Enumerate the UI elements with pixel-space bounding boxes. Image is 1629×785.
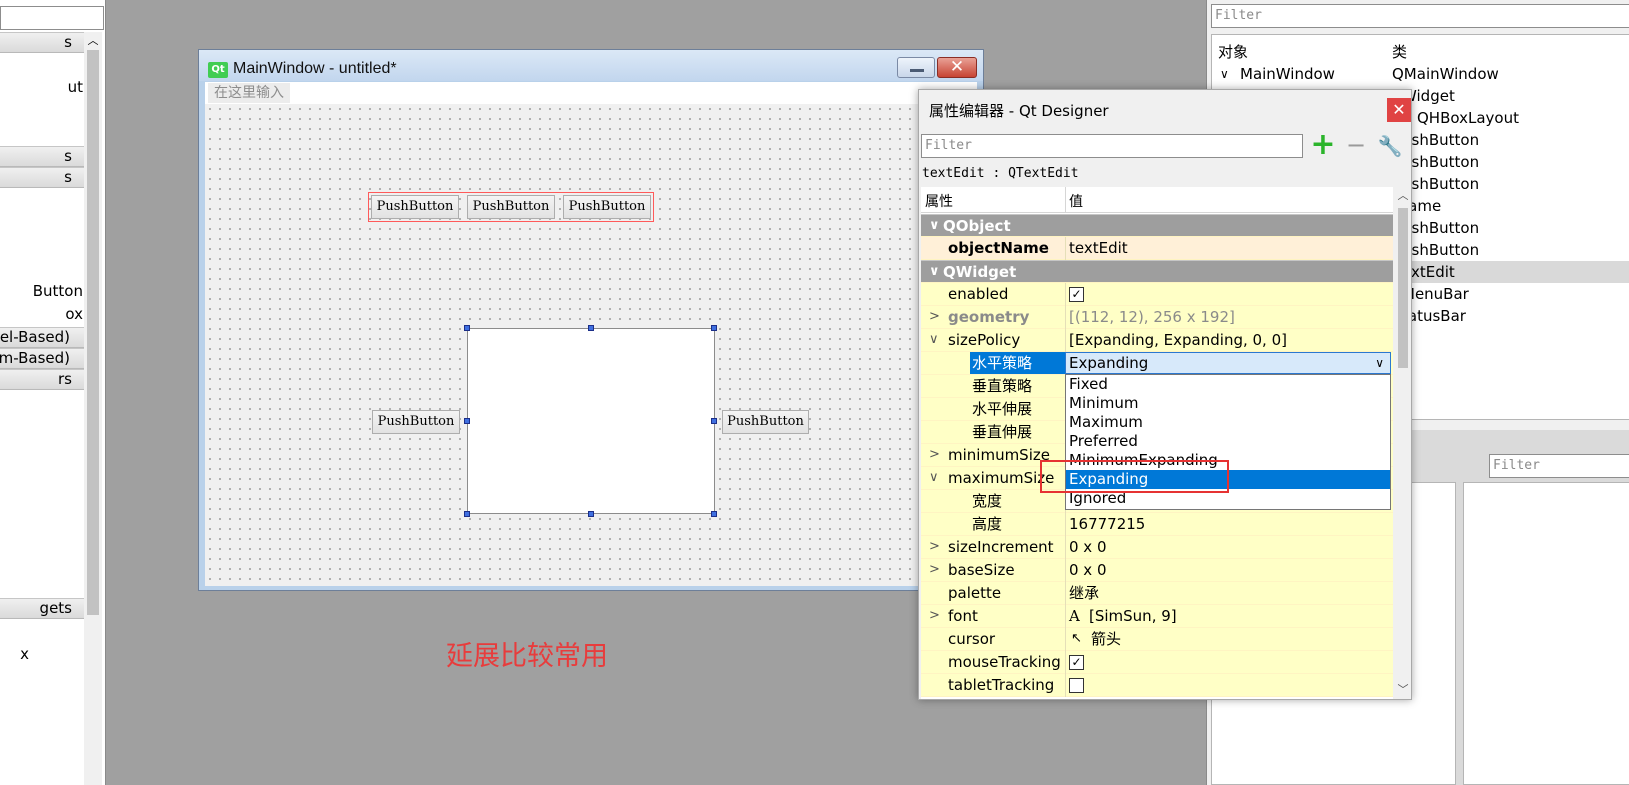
object-column-header[interactable]: 对象 (1218, 41, 1248, 62)
resize-handle[interactable] (588, 511, 594, 517)
property-row[interactable]: > geometry [(112, 12), 256 x 192] (921, 306, 1393, 329)
widget-category-header[interactable]: em-Based) (0, 348, 84, 369)
chevron-right-icon[interactable]: > (929, 306, 940, 328)
widget-category-header[interactable]: rs (0, 369, 84, 390)
scroll-up-icon[interactable]: ︿ (84, 32, 102, 50)
widget-list-item[interactable]: Button (33, 282, 83, 300)
scroll-up-icon[interactable]: ︿ (1395, 188, 1411, 204)
text-edit-widget[interactable] (467, 328, 715, 514)
push-button-right[interactable]: PushButton (722, 410, 809, 434)
push-button-top-2[interactable]: PushButton (467, 195, 555, 219)
font-glyph-icon: A (1069, 607, 1080, 625)
chevron-right-icon[interactable]: > (929, 444, 940, 466)
property-row[interactable]: > sizeIncrement 0 x 0 (921, 536, 1393, 559)
resize-handle[interactable] (711, 511, 717, 517)
qt-logo-icon: Qt (208, 62, 228, 78)
add-dynamic-property-icon[interactable]: + (1309, 130, 1337, 160)
minimize-icon (910, 69, 924, 72)
resize-handle[interactable] (464, 511, 470, 517)
push-button-top-1[interactable]: PushButton (371, 195, 459, 219)
property-table-header: 属性 值 (921, 187, 1393, 213)
dropdown-option[interactable]: Fixed (1066, 375, 1390, 394)
cursor-arrow-icon: ↖ (1071, 631, 1082, 646)
property-row[interactable]: palette 继承 (921, 582, 1393, 605)
widget-list-item[interactable]: ox (65, 305, 83, 323)
resize-handle[interactable] (711, 325, 717, 331)
property-filter-input[interactable]: Filter (921, 134, 1303, 158)
widget-category-header[interactable]: s (0, 146, 84, 167)
property-sub-row[interactable]: 高度 16777215 (921, 513, 1393, 536)
scrollbar-thumb[interactable] (1398, 208, 1408, 368)
tree-row[interactable]: ∨ MainWindow QMainWindow (1212, 63, 1629, 85)
chevron-down-icon[interactable]: ∨ (929, 329, 939, 351)
push-button-left[interactable]: PushButton (372, 410, 460, 434)
property-row[interactable]: enabled ✓ (921, 283, 1393, 306)
form-menubar[interactable]: 在这里输入 (205, 82, 977, 104)
scroll-down-icon[interactable]: ﹀ (1395, 682, 1411, 698)
widget-box-filter-input[interactable] (0, 6, 104, 30)
form-window-title: MainWindow - untitled* (233, 60, 397, 77)
chevron-down-icon[interactable]: ∨ (1375, 353, 1384, 373)
checkbox-checked[interactable]: ✓ (1069, 655, 1084, 670)
signal-filter-input[interactable]: Filter (1489, 454, 1629, 478)
push-button-top-3[interactable]: PushButton (563, 195, 651, 219)
chevron-right-icon[interactable]: > (929, 559, 940, 581)
class-column-header[interactable]: 类 (1392, 41, 1407, 62)
signal-list-right[interactable] (1463, 482, 1629, 785)
column-divider (1065, 187, 1066, 213)
remove-property-icon[interactable]: − (1343, 133, 1369, 158)
dropdown-option[interactable]: Maximum (1066, 413, 1390, 432)
property-row[interactable]: objectName textEdit (921, 237, 1393, 260)
property-category-row[interactable]: ∨ QWidget (921, 260, 1393, 283)
widget-list-item[interactable]: x (20, 645, 29, 663)
chevron-right-icon[interactable]: > (929, 536, 940, 558)
resize-handle[interactable] (464, 325, 470, 331)
resize-handle[interactable] (711, 418, 717, 424)
menu-type-here-placeholder[interactable]: 在这里输入 (208, 83, 290, 103)
property-row[interactable]: mouseTracking ✓ (921, 651, 1393, 674)
widget-category-header[interactable]: del-Based) (0, 327, 84, 348)
close-button[interactable]: ✕ (937, 57, 977, 78)
widget-category-header[interactable]: s (0, 32, 84, 53)
resize-handle[interactable] (464, 418, 470, 424)
annotation-highlight-box (1040, 460, 1229, 493)
property-row[interactable]: tabletTracking (921, 674, 1393, 697)
resize-handle[interactable] (588, 325, 594, 331)
widget-category-header[interactable]: s (0, 167, 84, 188)
dropdown-option[interactable]: Preferred (1066, 432, 1390, 451)
property-editor-title: 属性编辑器 - Qt Designer (929, 102, 1109, 120)
widget-box-panel: s ut s s Button ox del-Based) em-Based) … (0, 0, 106, 785)
object-filter-input[interactable]: Filter (1211, 4, 1629, 28)
chevron-down-icon[interactable]: ∨ (1220, 63, 1229, 85)
selected-object-label: textEdit : QTextEdit (922, 166, 1079, 181)
property-row[interactable]: cursor ↖ 箭头 (921, 628, 1393, 651)
checkbox-unchecked[interactable] (1069, 678, 1084, 693)
chevron-right-icon[interactable]: > (929, 605, 940, 627)
checkbox-checked[interactable]: ✓ (1069, 287, 1084, 302)
property-column-header[interactable]: 属性 (925, 191, 953, 211)
widget-category-header[interactable]: gets (0, 598, 84, 619)
value-column-header[interactable]: 值 (1069, 191, 1083, 211)
dropdown-option[interactable]: Minimum (1066, 394, 1390, 413)
property-row[interactable]: > baseSize 0 x 0 (921, 559, 1393, 582)
close-button[interactable]: ✕ (1387, 98, 1411, 122)
property-category-row[interactable]: ∨ QObject (921, 214, 1393, 237)
configure-wrench-icon[interactable]: 🔧 (1375, 134, 1405, 158)
property-row[interactable]: > font A [SimSun, 9] (921, 605, 1393, 628)
scrollbar-thumb[interactable] (87, 50, 99, 615)
chevron-down-icon[interactable]: ∨ (929, 467, 939, 489)
annotation-note: 延展比较常用 (446, 641, 608, 672)
horizontal-policy-combobox[interactable]: Expanding ∨ (1065, 352, 1391, 374)
widget-list-item[interactable]: ut (68, 78, 83, 96)
form-titlebar[interactable]: Qt MainWindow - untitled* ✕ (199, 50, 983, 81)
minimize-button[interactable] (897, 57, 935, 78)
property-row[interactable]: ∨ sizePolicy [Expanding, Expanding, 0, 0… (921, 329, 1393, 352)
